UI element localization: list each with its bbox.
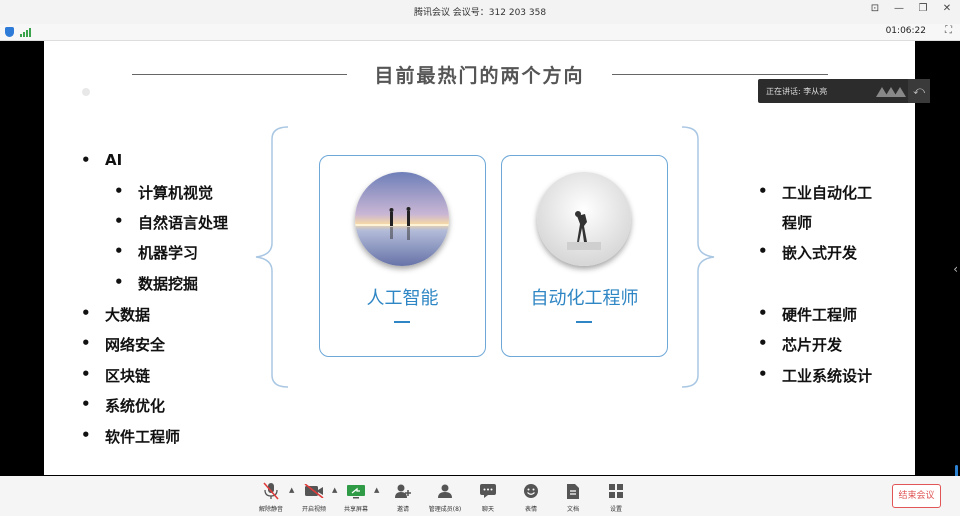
- list-item: • 系统优化: [81, 395, 166, 415]
- card-automation-label: 自动化工程师: [530, 288, 639, 309]
- list-item: • 芯片开发: [758, 334, 843, 354]
- chevron-left-icon[interactable]: ‹: [953, 262, 958, 276]
- document-button[interactable]: 文档: [554, 480, 592, 513]
- sunset-photo: [355, 172, 449, 266]
- card-ai: 人工智能: [319, 155, 486, 357]
- mic-options-caret-icon[interactable]: ▲: [289, 486, 294, 494]
- speaking-text: 正在讲话: 李从亮: [766, 87, 828, 96]
- left-brace: [255, 126, 289, 388]
- list-item: • 大数据: [81, 304, 151, 324]
- invite-button[interactable]: 邀请: [384, 480, 422, 513]
- title-bar: 腾讯会议 会议号：312 203 358 ⊡ — ❐ ✕: [0, 0, 960, 24]
- list-item-continuation: 程师: [782, 214, 813, 232]
- silhouette-photo: [537, 172, 631, 266]
- share-options-caret-icon[interactable]: ▲: [374, 486, 379, 494]
- members-icon: [438, 484, 452, 498]
- apps-icon: [609, 484, 623, 498]
- window-title: 腾讯会议 会议号：312 203 358: [413, 8, 547, 18]
- slide-heading: 目前最热门的两个方向: [364, 65, 595, 87]
- speaking-indicator[interactable]: 正在讲话: 李从亮 ⤺: [758, 79, 930, 103]
- manage-members-button[interactable]: 管理成员(8): [426, 480, 464, 513]
- share-screen-button[interactable]: 共享屏幕: [337, 480, 375, 513]
- list-item: • 计算机视觉: [114, 182, 214, 202]
- card-ai-label: 人工智能: [366, 288, 439, 309]
- participant-avatars-icon: [876, 87, 906, 97]
- list-item: • 工业自动化工: [758, 182, 873, 202]
- start-video-button[interactable]: 开启视频: [295, 480, 333, 513]
- right-brace: [681, 126, 715, 388]
- video-off-icon: [304, 484, 324, 498]
- list-item: • 区块链: [81, 365, 151, 385]
- end-meeting-button[interactable]: 结束会议: [892, 484, 941, 508]
- pin-icon[interactable]: ⊡: [868, 3, 882, 14]
- list-item: • 软件工程师: [81, 426, 181, 446]
- chat-button[interactable]: 聊天: [469, 480, 507, 513]
- list-item: • 硬件工程师: [758, 304, 858, 324]
- status-bar: 01:06:22 ⛶: [0, 24, 960, 41]
- shared-slide: 目前最热门的两个方向 • AI • 计算机视觉 • 自然语言处理 • 机器学习 • 数据挖…: [44, 41, 915, 475]
- fullscreen-icon[interactable]: ⛶: [945, 25, 952, 36]
- signal-icon[interactable]: [20, 27, 31, 37]
- collapse-icon[interactable]: ⤺: [908, 79, 930, 103]
- reactions-button[interactable]: 表情: [512, 480, 550, 513]
- list-item: • AI: [81, 151, 123, 169]
- invite-icon: [395, 484, 411, 498]
- card-automation: 自动化工程师: [501, 155, 668, 357]
- meeting-toolbar: 解除静音 ▲ 开启视频 ▲ 共享屏幕 ▲ 邀请 管理成员(8) 聊天 表情 文档…: [0, 476, 960, 516]
- mic-muted-icon: [263, 482, 279, 500]
- apps-button[interactable]: 设置: [597, 480, 635, 513]
- list-item: • 自然语言处理: [114, 212, 229, 232]
- close-icon[interactable]: ✕: [940, 3, 954, 14]
- list-item: • 网络安全: [81, 334, 166, 354]
- unmute-button[interactable]: 解除静音: [252, 480, 290, 513]
- decorative-dot: [82, 88, 90, 96]
- chat-icon: [480, 484, 496, 498]
- card-ai-dash: [394, 321, 410, 323]
- list-item: • 嵌入式开发: [758, 242, 858, 262]
- minimize-icon[interactable]: —: [892, 3, 906, 14]
- list-item: • 机器学习: [114, 242, 199, 262]
- shield-icon[interactable]: [5, 27, 14, 37]
- meeting-timer: 01:06:22: [885, 26, 926, 36]
- emoji-icon: [524, 484, 538, 498]
- screen-share-icon: [347, 484, 365, 498]
- list-item: • 数据挖掘: [114, 273, 199, 293]
- document-icon: [567, 483, 579, 499]
- list-item: • 工业系统设计: [758, 365, 873, 385]
- restore-icon[interactable]: ❐: [916, 3, 930, 14]
- card-automation-dash: [576, 321, 592, 323]
